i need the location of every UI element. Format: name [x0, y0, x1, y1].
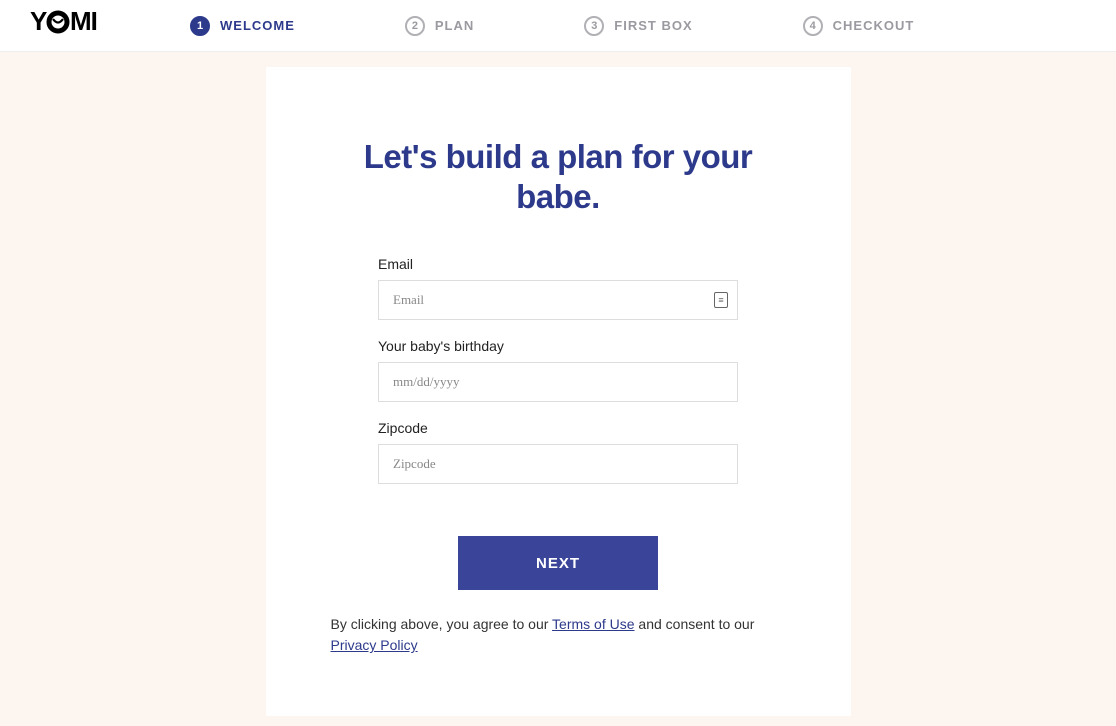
step-first-box[interactable]: 3 FIRST BOX	[584, 16, 692, 36]
terms-link[interactable]: Terms of Use	[552, 616, 634, 632]
birthday-group: Your baby's birthday	[378, 338, 738, 402]
email-group: Email ≡	[378, 256, 738, 320]
next-button[interactable]: NEXT	[458, 536, 658, 590]
header: Y MI 1 WELCOME 2 PLAN 3 FIRST BOX 4 CHEC…	[0, 0, 1116, 52]
zipcode-group: Zipcode	[378, 420, 738, 484]
step-label: WELCOME	[220, 18, 295, 33]
email-input[interactable]	[378, 280, 738, 320]
step-number-icon: 3	[584, 16, 604, 36]
svg-text:MI: MI	[70, 9, 97, 35]
birthday-label: Your baby's birthday	[378, 338, 738, 354]
logo: Y MI	[30, 9, 130, 42]
progress-steps: 1 WELCOME 2 PLAN 3 FIRST BOX 4 CHECKOUT	[190, 16, 914, 36]
birthday-input[interactable]	[378, 362, 738, 402]
email-label: Email	[378, 256, 738, 272]
zipcode-input[interactable]	[378, 444, 738, 484]
step-number-icon: 1	[190, 16, 210, 36]
step-label: PLAN	[435, 18, 474, 33]
consent-middle: and consent to our	[635, 616, 755, 632]
step-label: CHECKOUT	[833, 18, 915, 33]
step-checkout[interactable]: 4 CHECKOUT	[803, 16, 915, 36]
privacy-link[interactable]: Privacy Policy	[331, 637, 418, 653]
step-plan[interactable]: 2 PLAN	[405, 16, 474, 36]
step-number-icon: 2	[405, 16, 425, 36]
page-title: Let's build a plan for your babe.	[331, 137, 786, 216]
step-welcome[interactable]: 1 WELCOME	[190, 16, 295, 36]
consent-text: By clicking above, you agree to our Term…	[331, 614, 786, 656]
form-card: Let's build a plan for your babe. Email …	[266, 67, 851, 716]
step-label: FIRST BOX	[614, 18, 692, 33]
consent-prefix: By clicking above, you agree to our	[331, 616, 553, 632]
step-number-icon: 4	[803, 16, 823, 36]
svg-text:Y: Y	[30, 9, 47, 35]
zipcode-label: Zipcode	[378, 420, 738, 436]
